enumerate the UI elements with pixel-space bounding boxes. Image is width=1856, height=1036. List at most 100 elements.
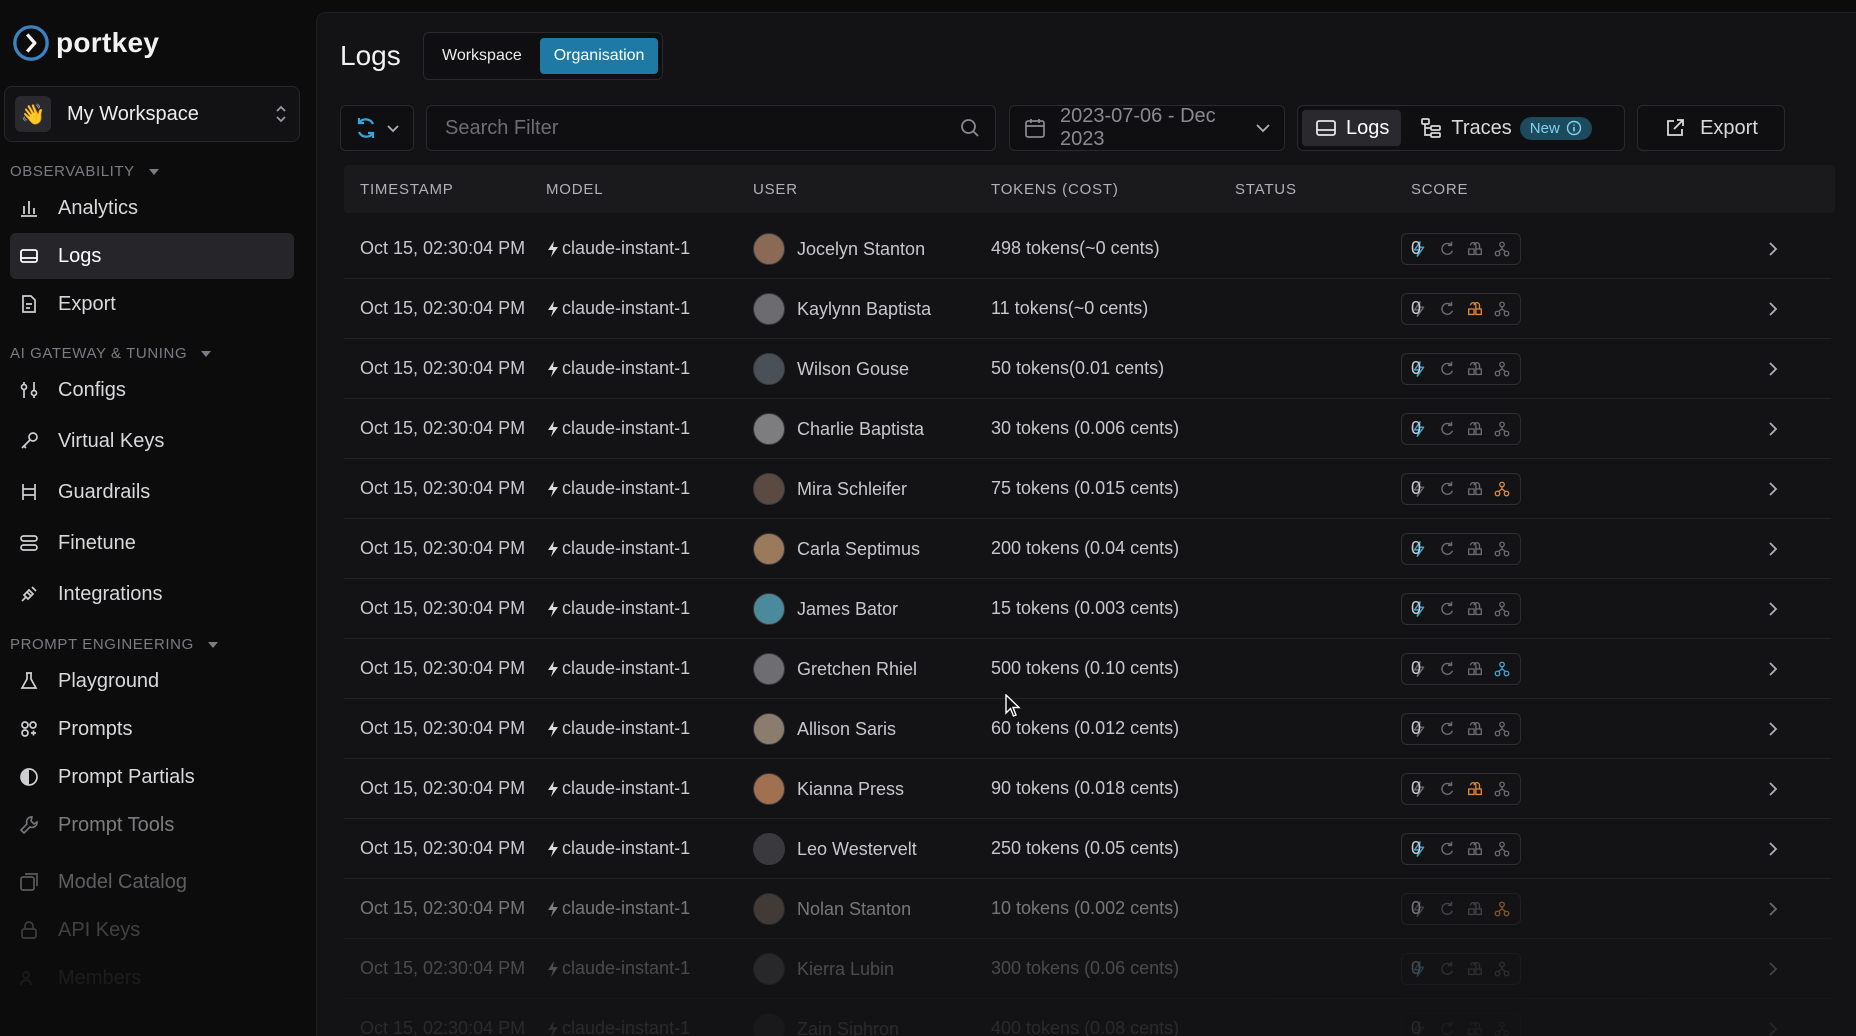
row-timestamp: Oct 15, 02:30:04 PM xyxy=(360,778,526,798)
scope-workspace-button[interactable]: Workspace xyxy=(428,38,536,74)
section-ai-gateway[interactable]: AI GATEWAY & TUNING xyxy=(10,345,212,362)
retry-icon xyxy=(1437,779,1457,799)
chevron-right-icon[interactable] xyxy=(1766,539,1780,559)
export-button[interactable]: Export xyxy=(1637,105,1785,151)
chevron-right-icon[interactable] xyxy=(1766,899,1780,919)
column-header-tokens[interactable]: TOKENS (COST) xyxy=(991,181,1119,198)
table-row[interactable]: Oct 15, 02:30:04 PM claude-instant-1 Kay… xyxy=(344,279,1831,339)
view-traces-button[interactable]: Traces New xyxy=(1407,110,1603,146)
fallback-icon xyxy=(1492,839,1512,859)
sidebar-item-logs[interactable]: Logs xyxy=(10,233,294,279)
row-score: 0 xyxy=(1411,718,1422,738)
table-row[interactable]: Oct 15, 02:30:04 PM claude-instant-1 Kia… xyxy=(344,759,1831,819)
retry-icon xyxy=(1437,359,1457,379)
chevron-right-icon[interactable] xyxy=(1766,959,1780,979)
sidebar-item-virtual-keys[interactable]: Virtual Keys xyxy=(10,418,294,464)
workspace-switcher[interactable]: 👋 My Workspace xyxy=(4,86,300,142)
sidebar-item-playground[interactable]: Playground xyxy=(10,658,294,704)
chevron-right-icon[interactable] xyxy=(1766,419,1780,439)
scope-organisation-button[interactable]: Organisation xyxy=(539,38,659,74)
load-balance-icon xyxy=(1465,1019,1485,1036)
table-row[interactable]: Oct 15, 02:30:04 PM claude-instant-1 Wil… xyxy=(344,339,1831,399)
column-header-user[interactable]: USER xyxy=(753,181,798,198)
section-observability[interactable]: OBSERVABILITY xyxy=(10,163,159,180)
chevron-right-icon[interactable] xyxy=(1766,839,1780,859)
column-header-score[interactable]: SCORE xyxy=(1411,181,1468,198)
search-input[interactable] xyxy=(445,116,959,140)
sidebar-item-model-catalog[interactable]: Model Catalog xyxy=(10,859,294,905)
load-balance-icon xyxy=(1465,659,1485,679)
scope-toggle: Workspace Organisation xyxy=(423,32,664,80)
chevron-right-icon[interactable] xyxy=(1766,359,1780,379)
wrench-icon xyxy=(18,814,40,836)
chevron-right-icon[interactable] xyxy=(1766,599,1780,619)
load-balance-icon xyxy=(1465,539,1485,559)
sidebar-item-export[interactable]: Export xyxy=(10,281,294,327)
sidebar-item-api-keys[interactable]: API Keys xyxy=(10,907,294,953)
mouse-cursor-icon xyxy=(1005,694,1021,717)
chevron-right-icon[interactable] xyxy=(1766,719,1780,739)
table-row[interactable]: Oct 15, 02:30:04 PM claude-instant-1 Car… xyxy=(344,519,1831,579)
table-row[interactable]: Oct 15, 02:30:04 PM claude-instant-1 Joc… xyxy=(344,219,1831,279)
column-header-model[interactable]: MODEL xyxy=(546,181,603,198)
brand-name: portkey xyxy=(56,27,160,58)
load-balance-icon xyxy=(1465,899,1485,919)
column-header-timestamp[interactable]: TIMESTAMP xyxy=(360,181,454,198)
row-timestamp: Oct 15, 02:30:04 PM xyxy=(360,1018,526,1036)
brand-logo[interactable]: portkey xyxy=(12,24,159,62)
load-balance-icon xyxy=(1465,599,1485,619)
chevron-right-icon[interactable] xyxy=(1766,779,1780,799)
chevron-right-icon[interactable] xyxy=(1766,239,1780,259)
bolt-icon xyxy=(548,1020,558,1036)
table-row[interactable]: Oct 15, 02:30:04 PM claude-instant-1 Gre… xyxy=(344,639,1831,699)
table-row[interactable]: Oct 15, 02:30:04 PM claude-instant-1 Nol… xyxy=(344,879,1831,939)
page-title: Logs xyxy=(340,40,401,71)
flask-icon xyxy=(18,670,40,692)
row-user: Carla Septimus xyxy=(797,538,921,559)
sidebar-item-members[interactable]: Members xyxy=(10,955,294,1001)
refresh-button[interactable] xyxy=(340,105,414,151)
row-tokens: 250 tokens (0.05 cents) xyxy=(991,838,1180,858)
table-row[interactable]: Oct 15, 02:30:04 PM claude-instant-1 All… xyxy=(344,699,1831,759)
chevron-right-icon[interactable] xyxy=(1766,299,1780,319)
row-score: 0 xyxy=(1411,958,1422,978)
sidebar-item-configs[interactable]: Configs xyxy=(10,367,294,413)
fallback-icon xyxy=(1492,239,1512,259)
table-row[interactable]: Oct 15, 02:30:04 PM claude-instant-1 Leo… xyxy=(344,819,1831,879)
chevron-right-icon[interactable] xyxy=(1766,479,1780,499)
column-header-status[interactable]: STATUS xyxy=(1235,181,1297,198)
sidebar-item-prompt-partials[interactable]: Prompt Partials xyxy=(10,754,294,800)
fallback-icon xyxy=(1492,719,1512,739)
workspace-name: My Workspace xyxy=(67,102,199,125)
fallback-icon xyxy=(1492,419,1512,439)
search-filter[interactable] xyxy=(426,105,996,151)
sidebar-item-integrations[interactable]: Integrations xyxy=(10,571,294,617)
lock-icon xyxy=(18,919,40,941)
bolt-icon xyxy=(548,240,558,257)
sidebar-item-guardrails[interactable]: Guardrails xyxy=(10,469,294,515)
row-timestamp: Oct 15, 02:30:04 PM xyxy=(360,958,526,978)
table-row[interactable]: Oct 15, 02:30:04 PM claude-instant-1 Zai… xyxy=(344,999,1831,1036)
avatar xyxy=(753,893,785,925)
external-link-icon xyxy=(1667,119,1684,136)
view-logs-button[interactable]: Logs xyxy=(1302,110,1402,146)
plug-icon xyxy=(18,583,40,605)
table-row[interactable]: Oct 15, 02:30:04 PM claude-instant-1 Mir… xyxy=(344,459,1831,519)
table-row[interactable]: Oct 15, 02:30:04 PM claude-instant-1 Jam… xyxy=(344,579,1831,639)
row-model: claude-instant-1 xyxy=(562,358,691,378)
row-score: 0 xyxy=(1411,598,1422,618)
table-row[interactable]: Oct 15, 02:30:04 PM claude-instant-1 Kie… xyxy=(344,939,1831,999)
sidebar-item-finetune[interactable]: Finetune xyxy=(10,520,294,566)
table-row[interactable]: Oct 15, 02:30:04 PM claude-instant-1 Cha… xyxy=(344,399,1831,459)
row-user: Zain Siphron xyxy=(797,1018,900,1036)
sidebar-item-analytics[interactable]: Analytics xyxy=(10,185,294,231)
row-model: claude-instant-1 xyxy=(562,418,691,438)
chevron-right-icon[interactable] xyxy=(1766,659,1780,679)
sidebar-item-prompt-tools[interactable]: Prompt Tools xyxy=(10,802,294,848)
sidebar-item-prompts[interactable]: Prompts xyxy=(10,706,294,752)
section-prompt-engineering[interactable]: PROMPT ENGINEERING xyxy=(10,636,218,653)
row-user: Jocelyn Stanton xyxy=(797,238,926,259)
row-user: Mira Schleifer xyxy=(797,478,908,499)
chevron-right-icon[interactable] xyxy=(1766,1019,1780,1036)
date-range-picker[interactable]: 2023-07-06 - Dec 2023 xyxy=(1009,105,1285,151)
